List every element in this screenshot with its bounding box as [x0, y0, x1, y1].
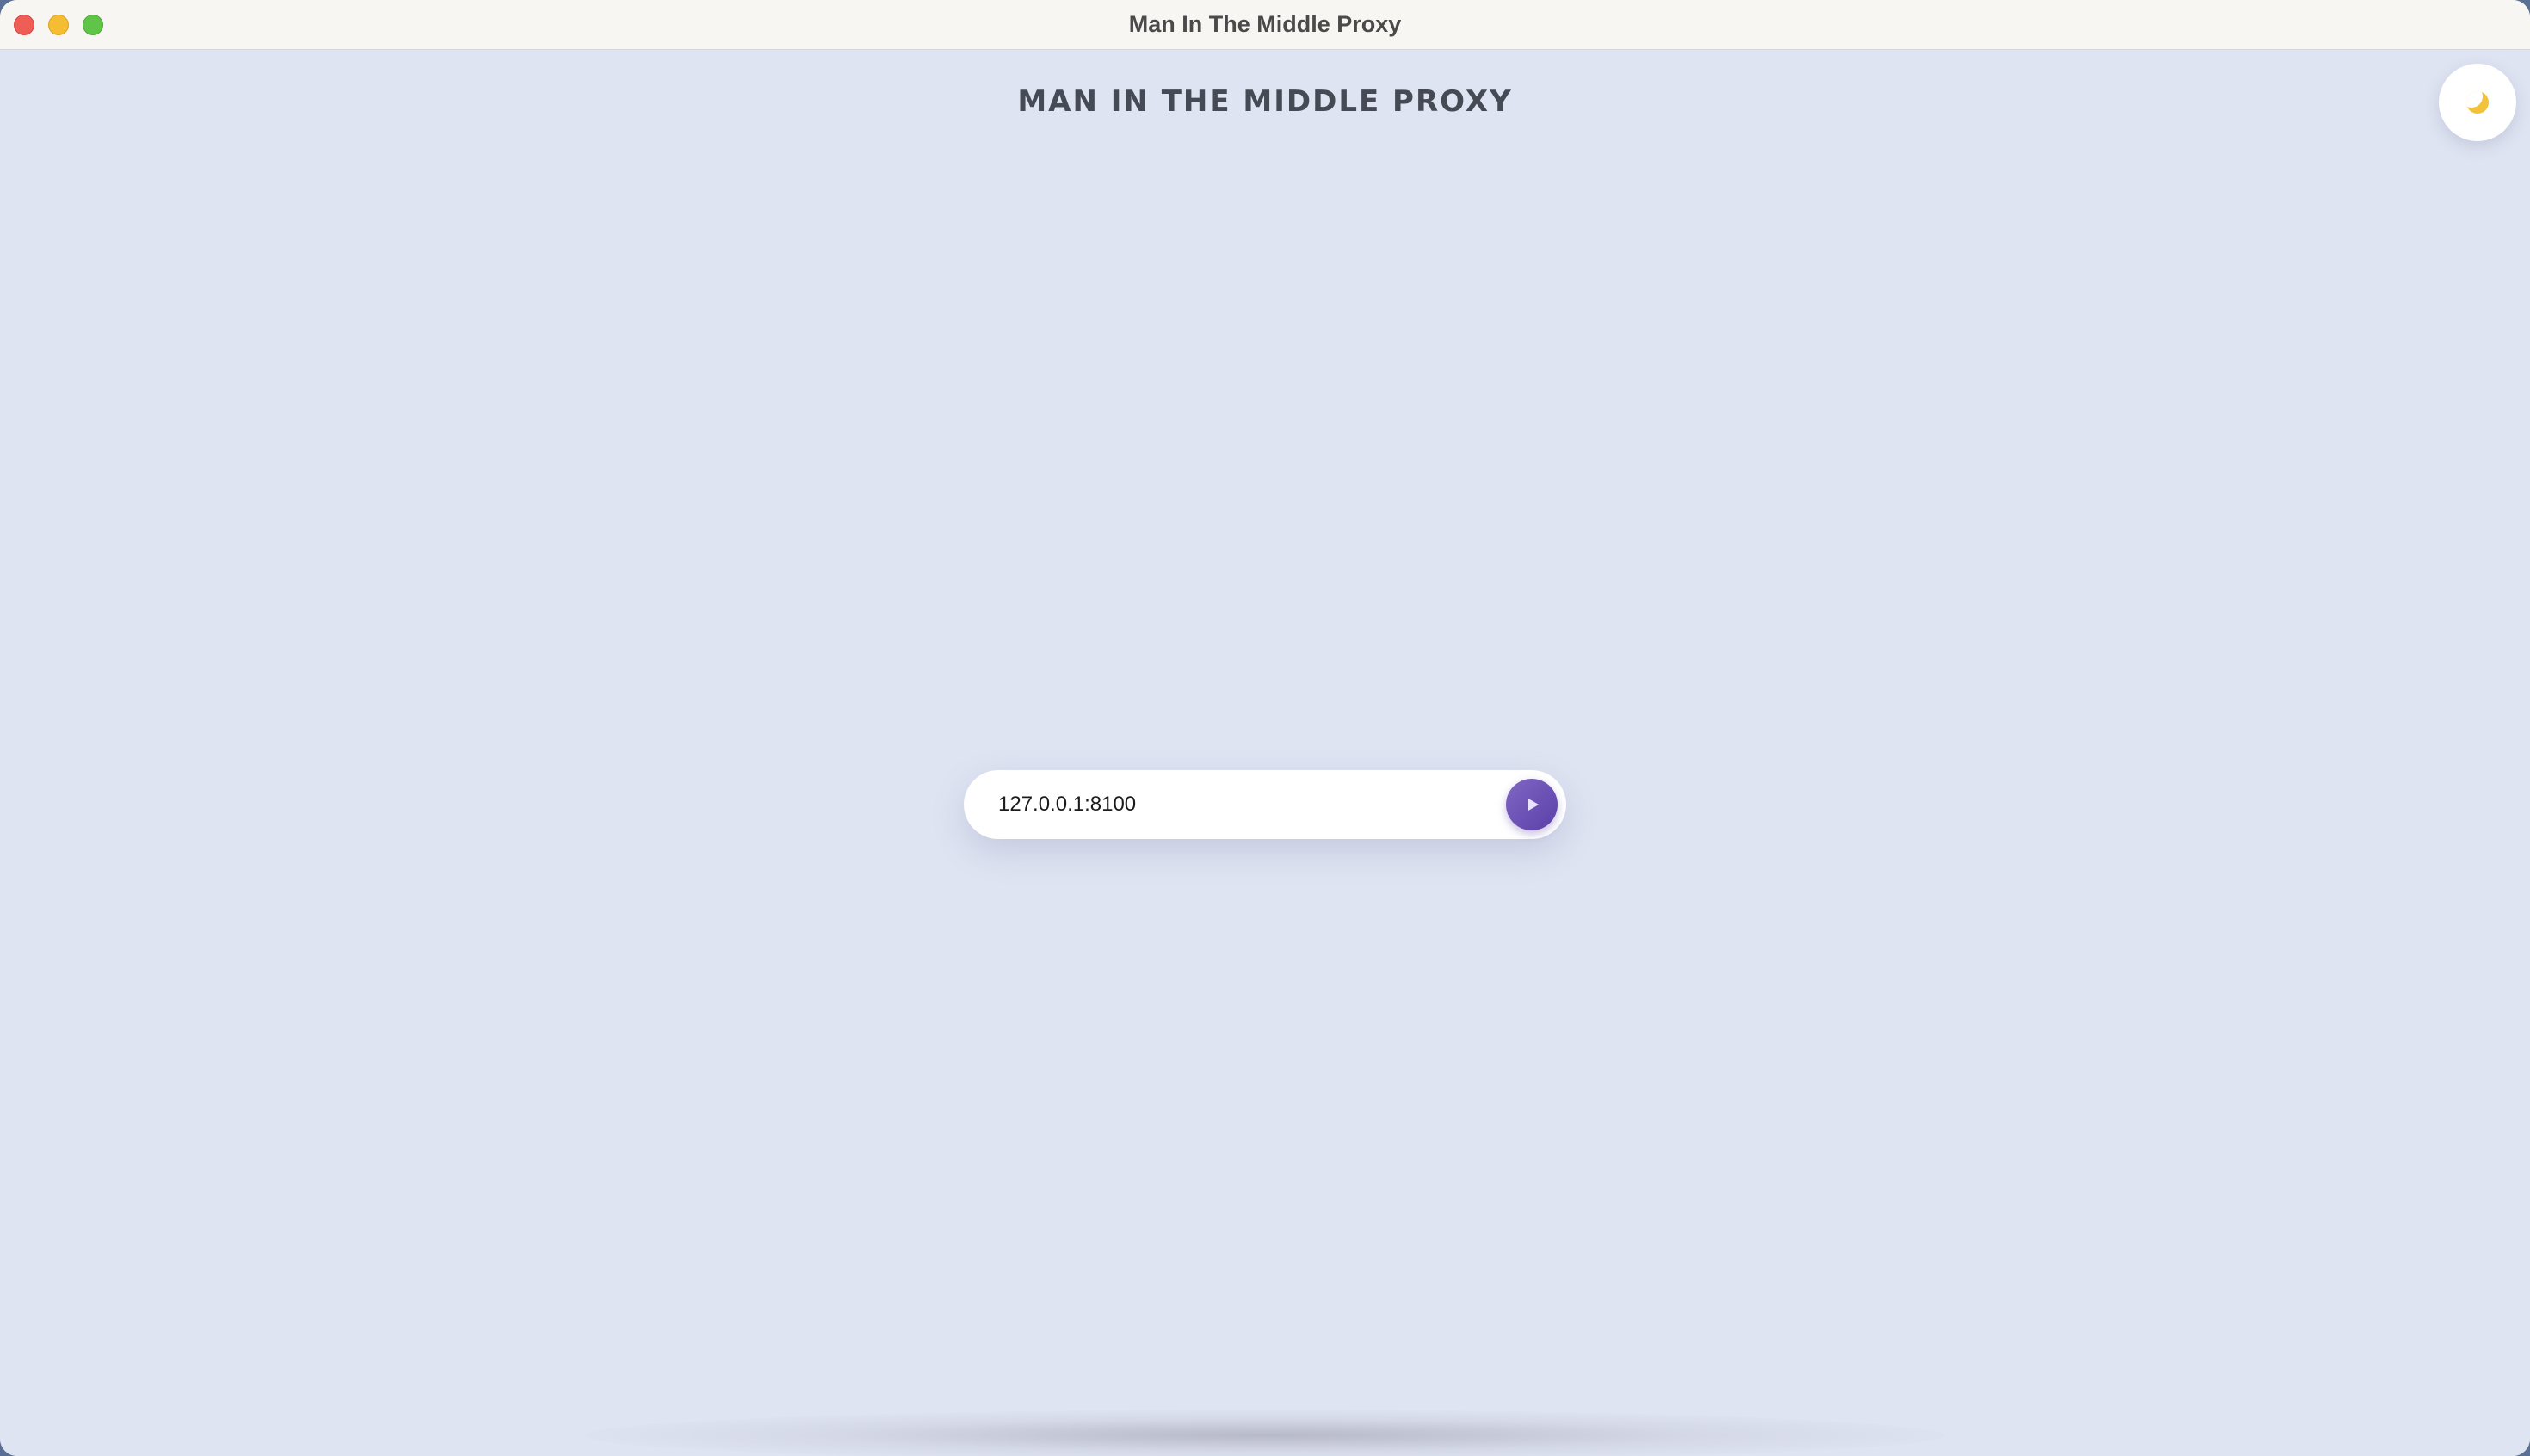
window-title: Man In The Middle Proxy	[1128, 11, 1402, 37]
play-icon	[1528, 799, 1539, 811]
dock-shadow	[585, 1410, 1945, 1456]
proxy-address-input[interactable]	[998, 786, 1480, 824]
theme-toggle-button[interactable]	[2439, 64, 2516, 141]
moon-icon	[2466, 91, 2489, 114]
window-titlebar[interactable]: Man In The Middle Proxy	[0, 0, 2530, 50]
proxy-address-bar	[964, 770, 1566, 839]
page-title: MAN IN THE MIDDLE PROXY	[1017, 84, 1513, 119]
app-window: Man In The Middle Proxy MAN IN THE MIDDL…	[0, 0, 2530, 1456]
start-proxy-button[interactable]	[1506, 779, 1558, 830]
main-content: MAN IN THE MIDDLE PROXY	[0, 50, 2530, 1456]
